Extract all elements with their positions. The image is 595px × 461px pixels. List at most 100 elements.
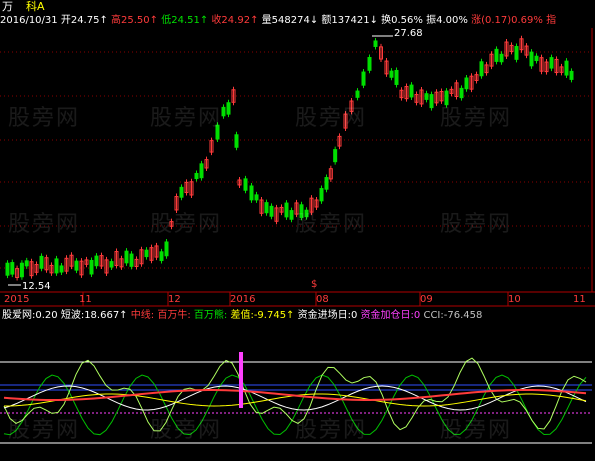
- candle-body: [373, 40, 378, 47]
- candle-body: [144, 249, 149, 258]
- indicator-item: 资金加仓日:0: [360, 310, 421, 321]
- watermark: 股旁网: [150, 212, 223, 237]
- candlestick-series: [5, 35, 574, 286]
- candle-body: [494, 48, 499, 62]
- quote-info-bar: 2016/10/31 开24.75↑ 高25.50↑ 低24.51↑ 收24.9…: [0, 14, 556, 27]
- watermark: 股旁网: [150, 106, 223, 131]
- candle-body: [164, 241, 169, 257]
- quote-high: 高25.50↑: [111, 15, 159, 26]
- stock-code-label: 万: [2, 0, 13, 13]
- indicator-item: 百万牛:: [157, 310, 191, 321]
- candle-body: [199, 163, 204, 179]
- candle-body: [129, 253, 134, 267]
- indicator-item: 股爱网:0.20: [2, 310, 58, 321]
- candle-body: [19, 262, 24, 278]
- candle-body: [499, 53, 504, 63]
- date-tick: 11: [79, 294, 92, 305]
- candle-body: [54, 258, 59, 274]
- candle-body: [194, 172, 199, 180]
- candle-body: [289, 210, 294, 220]
- indicator-item: 百万熊:: [193, 310, 228, 321]
- candle-body: [179, 186, 184, 198]
- watermark: 股旁网: [8, 212, 81, 237]
- price-min-label: 12.54: [22, 281, 51, 292]
- candle-body: [564, 60, 569, 76]
- quote-turnover: 换0.56%: [381, 15, 423, 26]
- candle-body: [529, 51, 534, 67]
- candle-body: [367, 57, 372, 71]
- candle-body: [394, 69, 399, 85]
- candle-body: [355, 90, 360, 98]
- date-tick: 11: [573, 294, 586, 305]
- watermark: 股旁网: [295, 212, 368, 237]
- watermark: 股旁网: [8, 106, 81, 131]
- price-max-label: 27.68: [394, 28, 423, 39]
- candle-body: [514, 45, 519, 60]
- indicator-item: 短波:18.667↑: [60, 310, 128, 321]
- stock-name[interactable]: 科A: [26, 0, 45, 13]
- candle-body: [94, 255, 99, 267]
- candle-body: [324, 177, 329, 190]
- candle-body: [333, 149, 338, 163]
- watermark: 股旁网: [150, 418, 223, 443]
- candle-body: [264, 202, 269, 214]
- date-tick: 10: [508, 294, 521, 305]
- candle-body: [429, 94, 434, 109]
- date-tick: 2016: [230, 294, 256, 305]
- date-axis: 2015 11 12 2016 08 09 10 11: [0, 293, 595, 306]
- quote-amplitude: 振4.00%: [426, 15, 468, 26]
- indicator-item: 差值:-9.745↑: [230, 310, 295, 321]
- candle-body: [284, 202, 289, 218]
- candle-body: [479, 61, 484, 77]
- candle-body: [464, 77, 469, 90]
- candle-body: [424, 93, 429, 100]
- quote-open: 开24.75↑: [60, 15, 108, 26]
- candle-body: [319, 188, 324, 202]
- quote-amount: 额137421↓: [321, 15, 378, 26]
- watermark: 股旁网: [440, 106, 513, 131]
- candle-body: [409, 84, 414, 98]
- watermark: 股旁网: [8, 418, 81, 443]
- indicator-item: 资金进场日:0: [297, 310, 358, 321]
- quote-close: 收24.92↑: [211, 15, 259, 26]
- candle-body: [89, 259, 94, 275]
- candle-body: [59, 265, 64, 273]
- indicator-item: CCI:-76.458: [423, 310, 483, 321]
- candle-body: [534, 55, 539, 62]
- candle-body: [234, 134, 239, 148]
- date-tick: 2015: [4, 294, 30, 305]
- candle-body: [569, 70, 574, 80]
- quote-date: 2016/10/31: [0, 15, 58, 26]
- candle-body: [124, 250, 129, 264]
- watermark: 股旁网: [295, 106, 368, 131]
- candle-body: [221, 106, 226, 117]
- capital-entry-bar: [239, 352, 243, 408]
- candle-body: [549, 57, 554, 69]
- signal-marker: $: [311, 279, 318, 290]
- candle-body: [459, 87, 464, 99]
- date-tick: 09: [420, 294, 433, 305]
- candle-body: [243, 178, 248, 191]
- candle-body: [74, 260, 79, 271]
- candle-body: [10, 262, 15, 275]
- candle-body: [269, 205, 274, 217]
- watermark: 股旁网: [295, 418, 368, 443]
- indicator-item: 中线:: [130, 310, 155, 321]
- watermark: 股旁网: [440, 418, 513, 443]
- quote-low: 低24.51↑: [161, 15, 209, 26]
- watermark: 股旁网: [440, 212, 513, 237]
- indicator-readout-bar: 股爱网:0.20 短波:18.667↑ 中线: 百万牛: 百万熊: 差值:-9.…: [2, 309, 482, 322]
- candle-body: [389, 70, 394, 78]
- candle-body: [226, 102, 231, 115]
- date-tick: 08: [316, 294, 329, 305]
- date-tick: 12: [168, 294, 181, 305]
- quote-trailing: 指: [546, 15, 557, 26]
- candle-body: [159, 251, 164, 262]
- candle-body: [24, 260, 29, 267]
- candle-body: [39, 255, 44, 269]
- candle-body: [254, 194, 259, 201]
- quote-volume: 量548274↓: [261, 15, 319, 26]
- quote-change: 涨(0.17)0.69%: [471, 15, 543, 26]
- candle-body: [361, 71, 366, 86]
- candle-body: [5, 262, 10, 276]
